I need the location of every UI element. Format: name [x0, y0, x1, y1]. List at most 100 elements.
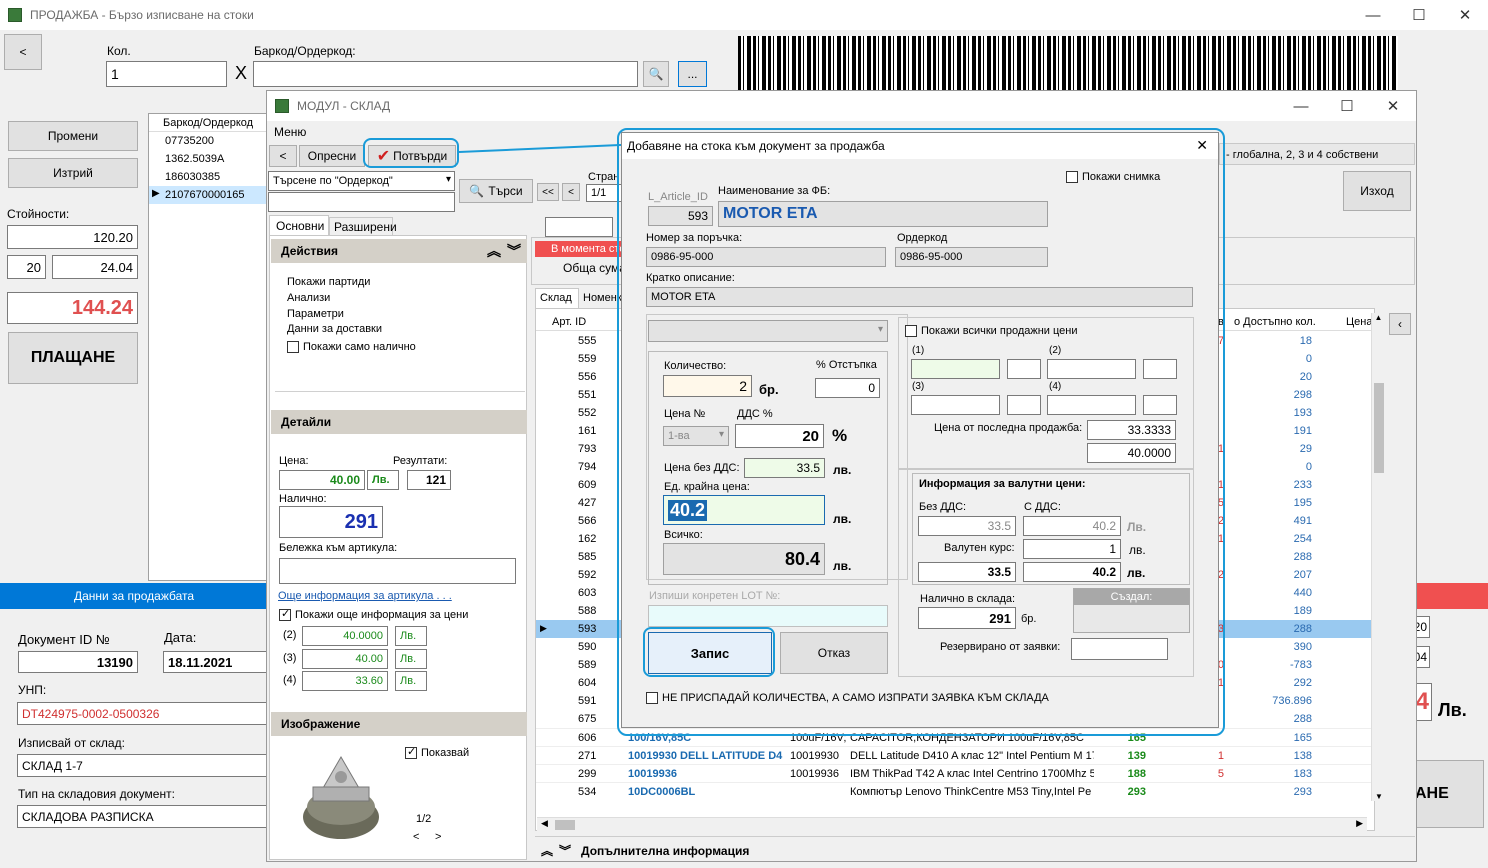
more-prices-checkbox[interactable]: Покажи още информация за цени [279, 607, 468, 622]
search-button[interactable]: 🔍 [643, 61, 669, 87]
action-batches[interactable]: Покажи партиди [287, 276, 370, 288]
cell-id: 162 [578, 533, 597, 545]
wh-menu[interactable]: Меню [274, 125, 306, 139]
footer-up-icon[interactable]: ︽ [541, 844, 553, 858]
barcode-row-1[interactable]: 07735200 [149, 132, 269, 150]
footer-down-icon[interactable]: ︾ [559, 844, 571, 858]
barcode-row-4[interactable]: ▶ 2107670000165 [149, 186, 269, 204]
price-3-value: 40.00 [302, 649, 388, 669]
collapse-up-icon[interactable]: ︽ [487, 241, 501, 261]
minimize-icon[interactable]: — [1350, 0, 1396, 30]
tab-warehouse[interactable]: Склад [535, 288, 579, 308]
cell-id: 609 [578, 479, 597, 491]
cell-id: 590 [578, 641, 597, 653]
barcode-list: Баркод/Ордеркод 07735200 1362.5039A 1860… [148, 113, 270, 581]
results-value: 121 [407, 470, 451, 490]
grid-vscroll[interactable]: ▲ ▼ [1371, 313, 1385, 801]
cell-id: 534 [578, 786, 597, 798]
image-next-icon[interactable]: > [435, 831, 441, 843]
cell-avail: 0 [1305, 353, 1312, 365]
wh-title: МОДУЛ - СКЛАД [297, 99, 391, 113]
doc-id-label: Документ ID № [18, 632, 110, 647]
action-deliveries[interactable]: Данни за доставки [287, 323, 382, 335]
image-page: 1/2 [416, 813, 432, 825]
back-button[interactable]: < [4, 34, 42, 70]
col-avail-header: о Достъпно кол. [1234, 316, 1316, 328]
unp-value: DT424975-0002-0500326 [17, 702, 270, 725]
tab-basic[interactable]: Основни [269, 215, 329, 235]
browse-button[interactable]: ... [678, 61, 707, 87]
table-row[interactable]: 534 10DC0006BL Компютър Lenovo ThinkCentre… [536, 782, 1374, 800]
qty-input[interactable]: 1 [106, 61, 227, 87]
action-params[interactable]: Параметри [287, 308, 344, 320]
close-icon[interactable]: ✕ [1442, 0, 1488, 30]
col-id-header: Арт. ID [552, 316, 587, 328]
cell-c: 5 [1217, 768, 1224, 780]
image-header: Изображение [271, 712, 527, 736]
grid-side-button[interactable]: ‹ [1389, 313, 1411, 335]
cell-avail: 298 [1293, 389, 1312, 401]
image-prev-icon[interactable]: < [413, 831, 419, 843]
wh-search-label: Търси [488, 184, 523, 198]
show-image-checkbox[interactable]: Показвай [405, 745, 469, 760]
wh-minimize-icon[interactable]: — [1278, 91, 1324, 121]
note-input[interactable] [279, 558, 516, 584]
hscroll-left-icon[interactable]: ◀ [541, 818, 548, 829]
wh-close-icon[interactable]: ✕ [1370, 91, 1416, 121]
cell-name: Компютър Lenovo ThinkCentre M53 Tiny,Int… [850, 786, 1092, 798]
wh-back-button[interactable]: < [269, 145, 297, 167]
wh-app-icon [275, 99, 289, 113]
wh-titlebar: МОДУЛ - СКЛАД — ☐ ✕ [267, 91, 1416, 121]
grid-hscroll[interactable]: ◀ ▶ [537, 817, 1367, 831]
price-label: Цена: [279, 455, 309, 467]
cell-avail: 288 [1293, 551, 1312, 563]
action-analyses[interactable]: Анализи [287, 292, 330, 304]
from-wh-label: Изписвай от склад: [18, 736, 125, 750]
from-wh-value[interactable]: СКЛАД 1-7 [17, 754, 270, 777]
pay-button[interactable]: ПЛАЩАНЕ [8, 332, 138, 384]
cell-avail: 0 [1305, 461, 1312, 473]
barcode-row-2[interactable]: 1362.5039A [149, 150, 269, 168]
cell-avail: 29 [1299, 443, 1312, 455]
nav-first-button[interactable]: << [537, 183, 559, 201]
tab-extended[interactable]: Разширени [329, 217, 397, 235]
hscroll-right-icon[interactable]: ▶ [1356, 818, 1363, 829]
scroll-down-icon[interactable]: ▼ [1372, 792, 1386, 801]
barcode-row-3[interactable]: 186030385 [149, 168, 269, 186]
main-title: ПРОДАЖБА - Бързо изписване на стоки [30, 8, 254, 22]
scroll-thumb[interactable] [1374, 383, 1384, 473]
refresh-button[interactable]: Опресни [299, 145, 365, 167]
cell-avail: 195 [1293, 497, 1312, 509]
cell-id: 591 [578, 695, 597, 707]
nav-prev-button[interactable]: < [562, 183, 580, 201]
more-info-link[interactable]: Още информация за артикула . . . [278, 590, 452, 602]
price-4-num: (4) [283, 674, 297, 686]
search-mode-select[interactable]: Търсене по "Ордеркод" ▾ [268, 171, 455, 191]
cell-id: 588 [578, 605, 597, 617]
wh-search-button[interactable]: 🔍 Търси [459, 179, 533, 203]
exit-button[interactable]: Изход [1343, 171, 1411, 211]
search-icon: 🔍 [648, 67, 664, 81]
app-icon [8, 8, 22, 22]
cell-qty: 139 [1127, 750, 1146, 762]
small-filter-input[interactable] [545, 217, 613, 237]
table-row[interactable]: 299 10019936 10019936 IBM ThikPad T42 A кла… [536, 764, 1374, 782]
wh-search-input[interactable] [268, 192, 455, 212]
doc-type-value[interactable]: СКЛАДОВА РАЗПИСКА [17, 805, 270, 828]
unp-label: УНП: [18, 683, 47, 697]
scroll-up-icon[interactable]: ▲ [1372, 313, 1385, 322]
cell-avail: 191 [1293, 425, 1312, 437]
date-value[interactable]: 18.11.2021 [163, 651, 273, 673]
collapse-down-icon[interactable]: ︾ [507, 241, 521, 261]
right-pay-button[interactable]: АНЕ [1412, 760, 1484, 828]
table-row[interactable]: 271 10019930 DELL LATITUDE D4 10019930 DELL… [536, 746, 1374, 764]
barcode-input[interactable] [253, 61, 638, 87]
cell-avail: 165 [1293, 732, 1312, 744]
wh-maximize-icon[interactable]: ☐ [1324, 91, 1370, 121]
hscroll-thumb[interactable] [555, 820, 575, 830]
only-available-checkbox[interactable]: Покажи само налично [287, 341, 416, 354]
cell-order: 10019930 [790, 750, 839, 762]
delete-button[interactable]: Изтрий [8, 158, 138, 188]
maximize-icon[interactable]: ☐ [1396, 0, 1442, 30]
edit-button[interactable]: Промени [8, 121, 138, 151]
